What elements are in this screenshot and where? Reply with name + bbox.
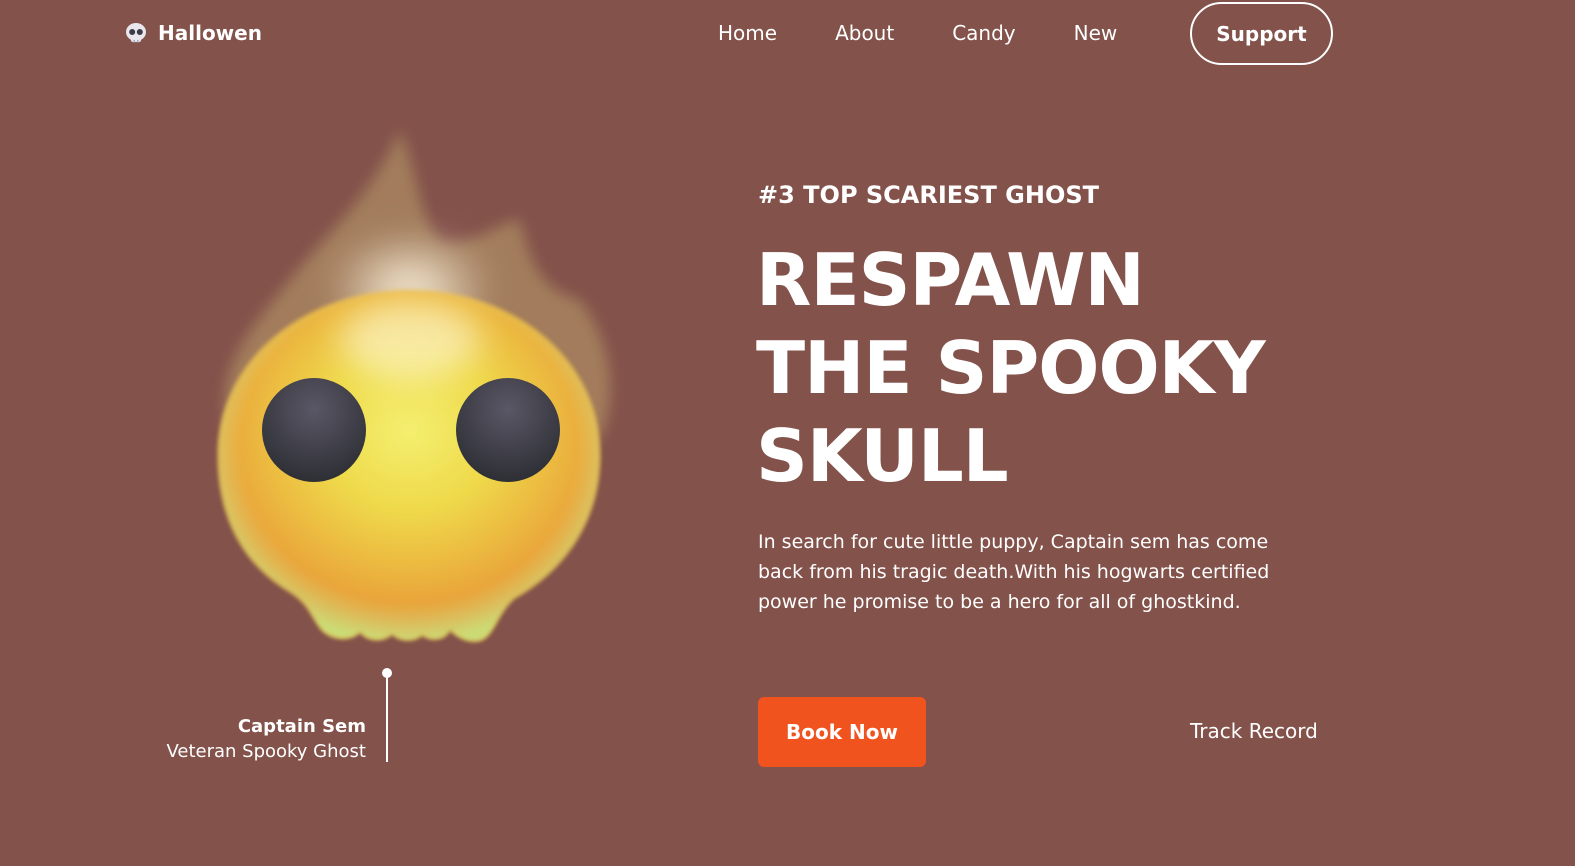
brand-logo[interactable]: Hallowen [124, 20, 262, 46]
hero-kicker: #3 TOP SCARIEST GHOST [758, 181, 1100, 209]
nav-home[interactable]: Home [718, 21, 777, 45]
left-eye [262, 378, 366, 482]
headline-line-3: SKULL [756, 414, 1009, 498]
skull-illustration [218, 130, 611, 642]
nav-new[interactable]: New [1074, 21, 1118, 45]
track-record-link[interactable]: Track Record [1190, 719, 1318, 743]
headline-line-2: THE SPOOKY [756, 326, 1266, 410]
character-name: Captain Sem [237, 716, 366, 737]
right-eye [456, 378, 560, 482]
character-role: Veteran Spooky Ghost [166, 741, 366, 762]
hero-description: In search for cute little puppy, Captain… [758, 531, 1270, 613]
caption-pointer-line [386, 674, 388, 762]
nav-about[interactable]: About [835, 21, 894, 45]
nav-candy[interactable]: Candy [952, 21, 1015, 45]
headline-line-1: RESPAWN [756, 238, 1145, 322]
character-caption: Captain Sem Veteran Spooky Ghost [166, 715, 366, 765]
book-now-button[interactable]: Book Now [758, 697, 926, 767]
support-button[interactable]: Support [1190, 2, 1333, 65]
hero-headline: RESPAWN THE SPOOKY SKULL [756, 236, 1316, 500]
skull-icon [126, 23, 146, 43]
main-nav: Home About Candy New [718, 20, 1117, 46]
brand-name: Hallowen [158, 21, 262, 45]
